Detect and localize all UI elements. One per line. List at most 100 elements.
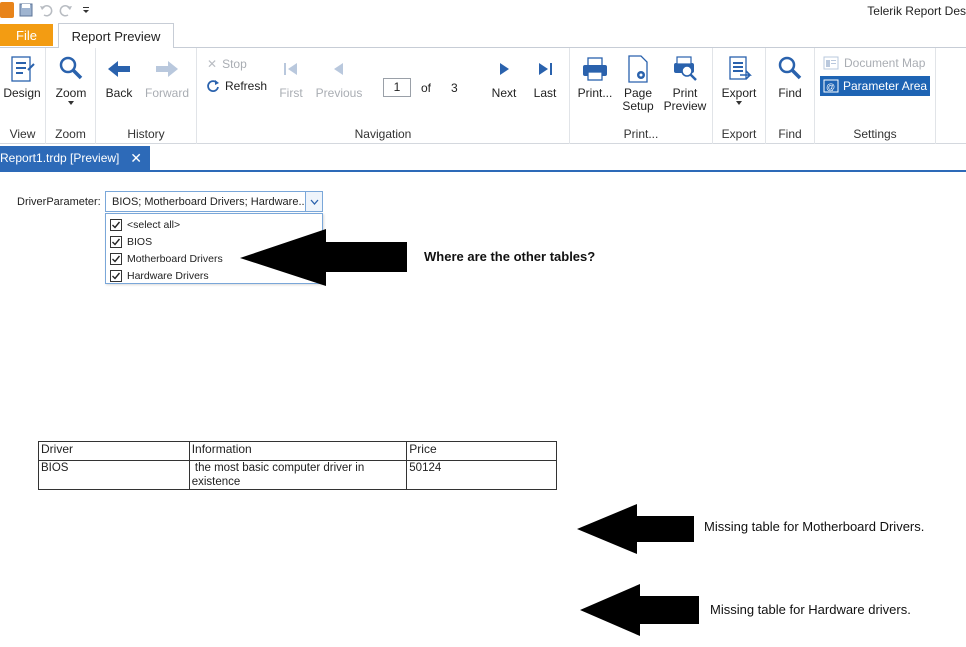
ribbon-group-zoom: Zoom Zoom [46,48,96,144]
print-button[interactable]: Print... [576,54,614,100]
previous-page-button[interactable]: Previous [313,54,365,100]
zoom-dropdown-icon [68,101,74,105]
export-icon [724,54,754,84]
page-setup-button[interactable]: Page Setup [620,54,656,113]
group-label-view: View [9,127,36,141]
parameter-area-button[interactable]: @ Parameter Area [820,76,930,96]
page-of-label: of [421,81,432,95]
driver-parameter-combobox[interactable]: BIOS; Motherboard Drivers; Hardware... [105,191,323,212]
quick-access-toolbar [0,2,94,18]
first-label: First [279,86,303,100]
chevron-down-icon[interactable] [305,192,322,211]
find-button[interactable]: Find [772,54,808,100]
ribbon-group-history: Back Forward History [96,48,197,144]
svg-text:@: @ [826,82,835,92]
first-page-button[interactable]: First [275,54,307,100]
last-page-icon [530,54,560,84]
title-bar: Telerik Report Des [0,0,966,22]
group-label-history: History [127,127,165,141]
document-map-icon [823,56,839,70]
last-label: Last [533,86,557,100]
undo-icon[interactable] [38,2,54,18]
export-label: Export [721,86,757,100]
next-page-icon [489,54,519,84]
design-button[interactable]: Design [2,54,42,100]
ribbon-group-export: Export Export [713,48,766,144]
print-label: Print... [577,86,613,100]
report-table: Driver Information Price BIOS the most b… [38,441,557,490]
ribbon-group-print: Print... Page Setup Print Preview Print.… [570,48,713,144]
stop-button[interactable]: ✕ Stop [207,57,247,71]
driver-parameter-value: BIOS; Motherboard Drivers; Hardware... [112,195,308,208]
annotation-arrow-left-icon [577,504,694,554]
table-header-cell: Price [406,441,557,461]
find-icon [775,54,805,84]
stop-icon: ✕ [207,57,218,71]
document-map-label: Document Map [844,56,926,70]
annotation-question: Where are the other tables? [424,249,596,264]
export-button[interactable]: Export [719,54,759,106]
next-label: Next [491,86,517,100]
tab-file[interactable]: File [0,24,53,46]
checkbox-checked-icon[interactable] [110,218,122,231]
table-header-row: Driver Information Price [38,441,557,461]
window-title: Telerik Report Des [867,4,966,18]
option-label: BIOS [127,235,153,248]
group-label-export: Export [721,127,757,141]
annotation-arrow-left-icon [240,229,407,286]
redo-icon[interactable] [58,2,74,18]
forward-arrow-icon [152,54,182,84]
annotation-arrow-left-icon [580,584,699,636]
option-label: <select all> [127,218,181,231]
refresh-button[interactable]: Refresh [206,79,267,93]
save-icon[interactable] [18,2,34,18]
close-icon[interactable]: ✕ [130,150,142,167]
ribbon-group-settings: Document Map Settings [815,48,936,144]
checkbox-checked-icon[interactable] [110,252,122,265]
previous-page-icon [324,54,354,84]
current-page-input[interactable]: 1 [383,78,411,97]
table-header-cell: Information [188,441,408,461]
last-page-button[interactable]: Last [530,54,560,100]
printer-icon [580,54,610,84]
zoom-button[interactable]: Zoom [51,54,91,106]
find-label: Find [778,86,802,100]
stop-label: Stop [222,57,247,71]
page-setup-label-2: Setup [622,99,654,113]
document-tab-row: Report1.trdp [Preview] ✕ [0,146,966,172]
design-icon [7,54,37,84]
option-label: Hardware Drivers [127,269,209,282]
table-cell: BIOS [38,460,190,490]
next-page-button[interactable]: Next [488,54,520,100]
first-page-icon [276,54,306,84]
group-label-settings: Settings [853,127,897,141]
print-preview-button[interactable]: Print Preview [662,54,708,113]
forward-label: Forward [144,86,189,100]
document-map-button[interactable]: Document Map [823,56,925,70]
back-button[interactable]: Back [101,54,137,100]
customize-qat-icon[interactable] [78,2,94,18]
export-dropdown-icon [736,101,742,105]
app-icon [0,2,14,18]
print-preview-label-2: Preview [663,99,707,113]
parameter-area-label: Parameter Area [843,79,928,93]
checkbox-checked-icon[interactable] [110,235,122,248]
ribbon-group-find: Find Find [766,48,815,144]
document-tab-label: Report1.trdp [Preview] [0,151,120,165]
table-cell: 50124 [406,460,557,490]
group-label-zoom: Zoom [55,127,86,141]
document-tab[interactable]: Report1.trdp [Preview] ✕ [0,146,150,170]
table-header-cell: Driver [38,441,190,461]
driver-parameter-label: DriverParameter: [17,196,101,208]
ribbon: Design View Zoom Zoom Back Forward Histo… [0,48,966,144]
previous-label: Previous [315,86,363,100]
table-row: BIOS the most basic computer driver in e… [38,460,557,490]
zoom-label: Zoom [55,86,87,100]
tab-report-preview[interactable]: Report Preview [58,23,174,49]
print-preview-icon [670,54,700,84]
annotation-missing-motherboard: Missing table for Motherboard Drivers. [704,519,925,534]
forward-button[interactable]: Forward [142,54,192,100]
checkbox-checked-icon[interactable] [110,269,122,282]
zoom-icon [56,54,86,84]
group-label-find: Find [778,127,802,141]
